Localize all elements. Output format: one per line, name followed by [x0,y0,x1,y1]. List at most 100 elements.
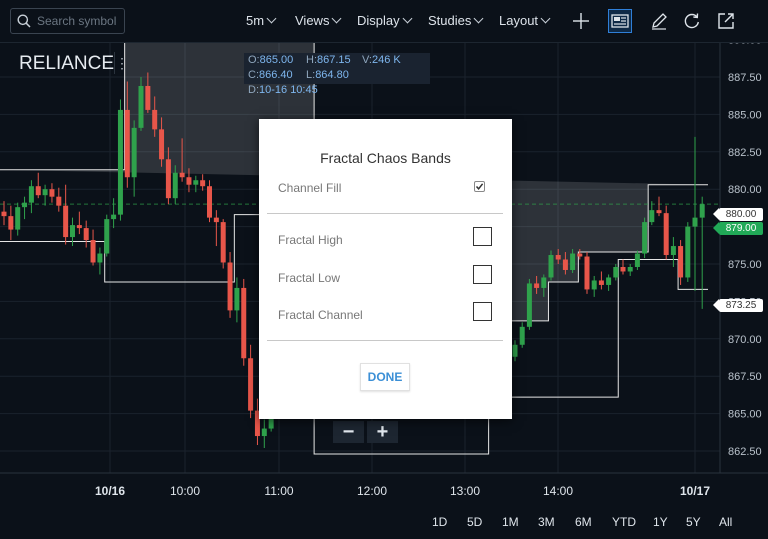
candle-body [131,127,137,178]
high-value: 867.15 [317,54,351,66]
range-1d[interactable]: 1D [432,515,447,529]
range-5y[interactable]: 5Y [686,515,701,529]
y-axis-tick-label: 887.50 [728,72,762,84]
channel-fill-checkbox[interactable] [474,181,485,192]
zoom-in-button[interactable]: + [367,421,398,443]
views-menu[interactable]: Views [295,13,342,28]
studies-menu[interactable]: Studies [428,13,484,28]
zoom-out-button[interactable]: − [333,421,364,443]
candle-body [627,266,633,272]
candle-body [8,216,14,230]
display-menu[interactable]: Display [357,13,413,28]
crosshair-button[interactable] [569,9,593,33]
chevron-down-icon [402,13,413,24]
date-label: D: [248,84,259,96]
x-axis-tick-label: 14:00 [543,484,573,498]
chevron-down-icon [473,13,484,24]
last-price-label: 879.00 [713,222,763,235]
candle-body [179,172,185,178]
channel-fill-label: Channel Fill [278,181,342,195]
chevron-down-icon [332,13,342,24]
range-5d[interactable]: 5D [467,515,482,529]
candle-body [76,225,82,229]
layout-menu[interactable]: Layout [499,13,551,28]
range-ytd[interactable]: YTD [612,515,636,529]
reset-icon [684,13,699,29]
divider [267,213,503,214]
candle-body [152,109,158,130]
interval-label: 5m [246,13,265,28]
close-value: 866.40 [259,69,293,81]
y-axis-tick-label: 867.50 [728,371,762,383]
x-axis-tick-label: 10/16 [95,484,125,498]
symbol-options-button[interactable]: ⋮ [114,52,129,74]
candle-body [642,222,648,254]
range-3m[interactable]: 3M [538,515,555,529]
candle-body [207,186,212,218]
candle-body [165,159,171,199]
range-all[interactable]: All [719,515,732,529]
candle-body [555,255,561,260]
range-1y[interactable]: 1Y [653,515,668,529]
candle-body [606,277,612,285]
views-label: Views [295,13,330,28]
candle-body [699,204,705,218]
y-axis-tick-label: 880.00 [728,184,762,196]
studies-label: Studies [428,13,472,28]
y-axis-tick-label: 890.00 [728,43,762,47]
fractal-low-label: Fractal Low [278,271,341,285]
done-button[interactable]: DONE [360,363,410,391]
share-button[interactable] [714,9,738,33]
candle-body [598,280,604,285]
search-input[interactable] [37,12,121,30]
range-6m[interactable]: 6M [575,515,592,529]
layout-label: Layout [499,13,539,28]
candle-body [620,266,626,272]
interval-dropdown[interactable]: 5m [246,13,277,28]
candle-body [685,226,691,278]
fractal-high-label: Fractal High [278,233,343,247]
candle-body [104,219,110,254]
volume-value: 246 K [372,54,401,66]
more-vertical-icon: ⋮ [115,55,129,71]
candle-body [692,217,698,227]
symbol-search[interactable] [10,8,125,34]
candle-body [613,266,619,278]
upper-band-price-label: 880.00 [713,208,763,221]
chevron-down-icon [266,13,277,24]
candle-body [649,210,655,223]
study-legend-button[interactable] [608,9,632,33]
reset-button[interactable] [680,9,704,33]
open-value: 865.00 [259,54,294,66]
candle-body [534,283,540,288]
divider [267,340,503,341]
candle-body [159,129,165,160]
candle-body [234,287,240,311]
range-1m[interactable]: 1M [502,515,519,529]
y-axis-tick-label: 865.00 [728,409,762,421]
candle-body [656,210,662,214]
top-toolbar: 5m Views Display Studies Layout [0,0,768,43]
candle-body [663,213,669,256]
fractal-low-checkbox[interactable] [473,265,492,284]
y-axis-tick-label: 885.00 [728,109,762,121]
symbol-title: RELIANCE [19,53,115,74]
candle-body [56,196,62,206]
display-label: Display [357,13,400,28]
candle-body [200,180,206,187]
fractal-high-checkbox[interactable] [473,227,492,246]
candle-body [193,180,199,185]
share-icon [718,13,734,29]
candle-body [42,189,48,196]
draw-button[interactable] [647,9,671,33]
study-legend-icon [611,14,629,28]
candle-body [97,253,103,263]
candle-body [111,214,117,220]
candle-body [548,255,554,278]
y-axis-tick-label: 875.00 [728,259,762,271]
fractal-channel-checkbox[interactable] [473,302,492,321]
ohlc-panel: O:865.00 H:867.15 V:246 K C:866.40 L:864.80… [244,53,430,96]
y-axis-tick-label: 882.50 [728,147,762,159]
candle-body [519,326,525,345]
candle-body [541,277,547,288]
